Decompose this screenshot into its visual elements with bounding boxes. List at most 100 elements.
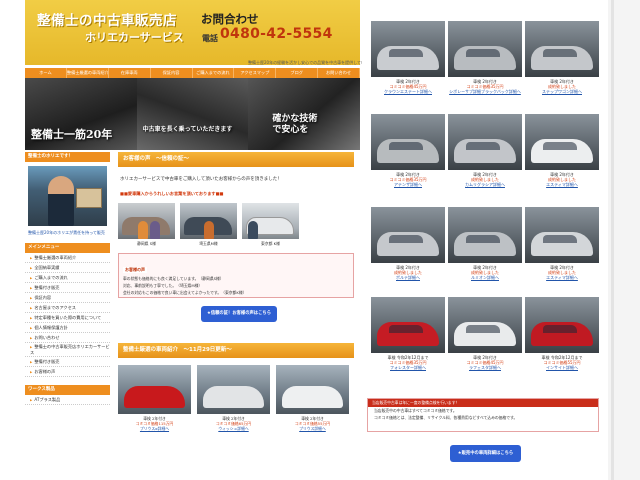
car-detail-link[interactable]: エスティマ詳細へ	[525, 182, 599, 187]
stock-car-photo[interactable]	[525, 114, 599, 170]
car-list-button[interactable]: ★販売中の車両詳細はこちら	[450, 445, 521, 462]
nav-featured-cars[interactable]: 整備士厳選の車両紹介	[67, 68, 109, 78]
shop-sign	[76, 188, 102, 208]
stock-car-card[interactable]: 車検 2年付き コミコミ価格35万円 アテンザ詳細へ	[371, 114, 445, 188]
hero-banner: 整備士一筋20年 中古車を長く乗っていただきます 確かな技術 で安心を	[25, 78, 361, 150]
stock-car-card[interactable]: 車検 2年付き 成約致しました カムリグラシア詳細へ	[448, 114, 522, 188]
car-detail-link[interactable]: インサイト詳細へ	[525, 365, 599, 370]
stock-car-card[interactable]: 車検 2年付き 成約致しました ポルテ詳細へ	[371, 207, 445, 281]
stock-car-meta: 車検 2年付き コミコミ価格45万円 ラフェスタ詳細へ	[448, 355, 522, 371]
customer-photo-row: 静岡県 S様 埼玉県M様 東京都 K様	[118, 203, 360, 247]
menu-item-voices[interactable]: お客様の声	[25, 367, 110, 377]
stock-car-card[interactable]: 車検 2年付き コミコミ価格35万円 シボレーサブ詳細ブラックバック詳細へ	[448, 21, 522, 95]
car-stock-panel: 車検 2年付き コミコミ価格45万円 クラウンエステート詳細へ 車検 2年付き …	[362, 0, 608, 480]
menu-item-access[interactable]: 名古屋までのアクセス	[25, 303, 110, 313]
car-detail-link[interactable]: フォレスター詳細へ	[371, 365, 445, 370]
menu-item-privacy[interactable]: 個人情報保護方針	[25, 323, 110, 333]
stock-car-card[interactable]: 車検 2年付き 成約致しました ルミオン詳細へ	[448, 207, 522, 281]
car-photo[interactable]	[118, 365, 191, 414]
stock-car-card[interactable]: 車検 令和2年12月まで コミコミ価格35万円 フォレスター詳細へ	[371, 297, 445, 371]
car-card[interactable]: 車検 2年付き コミコミ価格55万円 プリウス詳細へ	[276, 365, 349, 431]
main-content: お客様の声 ～信頼の証～ ホリエカーサービスで中古車をご購入して頂いたお客様から…	[118, 152, 360, 431]
hero-text-3: 確かな技術 で安心を	[272, 114, 317, 136]
car-photo[interactable]	[276, 365, 349, 414]
contact-title: お問合わせ	[201, 12, 259, 26]
stock-car-card[interactable]: 車検 2年付き 成約致しました エスティマ詳細へ	[525, 207, 599, 281]
nav-contact[interactable]: お問い合わせ	[318, 68, 360, 78]
customer-figure	[138, 221, 148, 239]
stock-car-photo[interactable]	[448, 207, 522, 263]
car-card[interactable]: 車検 2年付き コミコミ価格65万円 ウィッシュ詳細へ	[197, 365, 270, 431]
menu-item-featured[interactable]: 整備士厳選の車両紹介	[25, 253, 110, 263]
stock-car-card[interactable]: 車検 令和2年12月まで コミコミ価格55万円 インサイト詳細へ	[525, 297, 599, 371]
profile-caption[interactable]: 整備士歴20年のホリエが責任を持って販売	[25, 230, 110, 235]
customer-photo-card: 埼玉県M様	[180, 203, 237, 247]
car-detail-link[interactable]: クラウンエステート詳細へ	[371, 89, 445, 94]
photo-caption: 埼玉県M様	[199, 241, 218, 246]
car-photo[interactable]	[197, 365, 270, 414]
stock-car-card[interactable]: 車検 2年付き コミコミ価格45万円 クラウンエステート詳細へ	[371, 21, 445, 95]
car-card[interactable]: 車検 2年付き コミコミ価格115万円 プリウスα詳細へ	[118, 365, 191, 431]
nav-stock[interactable]: 在庫車両	[109, 68, 151, 78]
car-detail-link[interactable]: ラフェスタ詳細へ	[448, 365, 522, 370]
stock-car-photo[interactable]	[448, 114, 522, 170]
menu-item-delivery[interactable]: 全国納車実績	[25, 263, 110, 273]
mechanic-photo	[28, 166, 107, 226]
stock-car-card[interactable]: 車検 2年付き 成約致しました ステップワゴン詳細へ	[525, 21, 599, 95]
customer-voices-button[interactable]: ★信頼の証！お客様の声はこちら	[201, 306, 277, 322]
menu-item-flow[interactable]: ご購入までの流れ	[25, 273, 110, 283]
nav-blog[interactable]: ブログ	[276, 68, 319, 78]
phone-number[interactable]: 0480-42-5554	[220, 26, 333, 42]
car-detail-link[interactable]: プリウスα詳細へ	[118, 426, 191, 431]
stock-car-photo[interactable]	[371, 114, 445, 170]
menu-item-contact[interactable]: お問い合わせ	[25, 333, 110, 343]
stock-car-photo[interactable]	[525, 207, 599, 263]
stock-car-photo[interactable]	[448, 21, 522, 77]
stock-car-photo[interactable]	[525, 21, 599, 77]
car-detail-link[interactable]: カムリグラシア詳細へ	[448, 182, 522, 187]
stock-car-photo[interactable]	[448, 297, 522, 353]
car-detail-link[interactable]: シボレーサブ詳細ブラックバック詳細へ	[448, 89, 522, 94]
stock-car-photo[interactable]	[371, 21, 445, 77]
menu-item-shop[interactable]: 整備士の中古車販売店ホリエカーサービス	[25, 343, 110, 357]
customer-photo-card: 東京都 K様	[242, 203, 299, 247]
car-detail-link[interactable]: ポルテ詳細へ	[371, 275, 445, 280]
shop-name[interactable]: 整備士の中古車販売店	[37, 9, 177, 29]
menu-item-warranty[interactable]: 保証内容	[25, 293, 110, 303]
stock-car-photo[interactable]	[525, 297, 599, 353]
menu-item-costs[interactable]: 特定車種を買いた際の費用について	[25, 313, 110, 323]
car-shape	[454, 232, 516, 256]
nav-purchase-flow[interactable]: ご購入までの流れ	[193, 68, 235, 78]
left-sidebar: 整備士のホリエです！ 整備士歴20年のホリエが責任を持って販売 メインメニュー …	[25, 152, 110, 480]
car-shape	[454, 46, 516, 70]
main-nav: ホーム 整備士厳選の車両紹介 在庫車両 保証内容 ご購入までの流れ アクセスマッ…	[25, 68, 360, 78]
customer-photo-card: 静岡県 S様	[118, 203, 175, 247]
stock-car-meta: 車検 2年付き コミコミ価格35万円 シボレーサブ詳細ブラックバック詳細へ	[448, 79, 522, 95]
menu-item-maintenance-2[interactable]: 整備付き販売	[25, 357, 110, 367]
car-detail-link[interactable]: ステップワゴン詳細へ	[525, 89, 599, 94]
stock-car-meta: 車検 2年付き 成約致しました ポルテ詳細へ	[371, 265, 445, 281]
stock-car-card[interactable]: 車検 2年付き 成約致しました エスティマ詳細へ	[525, 114, 599, 188]
car-shape	[377, 46, 439, 70]
stock-car-card[interactable]: 車検 2年付き コミコミ価格45万円 ラフェスタ詳細へ	[448, 297, 522, 371]
menu-item-maintenance[interactable]: 整備付き販売	[25, 283, 110, 293]
stock-car-meta: 車検 令和2年12月まで コミコミ価格55万円 インサイト詳細へ	[525, 355, 599, 371]
nav-home[interactable]: ホーム	[25, 68, 67, 78]
customer-figure	[248, 221, 258, 239]
stock-car-photo[interactable]	[371, 207, 445, 263]
tel-label: 電話	[202, 34, 218, 43]
stock-car-photo[interactable]	[371, 297, 445, 353]
car-detail-link[interactable]: エスティマ詳細へ	[525, 275, 599, 280]
customer-photo	[118, 203, 175, 239]
car-shape	[124, 386, 185, 408]
nav-access-map[interactable]: アクセスマップ	[234, 68, 277, 78]
car-shape	[531, 322, 593, 346]
car-detail-link[interactable]: ウィッシュ詳細へ	[197, 426, 270, 431]
car-detail-link[interactable]: プリウス詳細へ	[276, 426, 349, 431]
car-detail-link[interactable]: ルミオン詳細へ	[448, 275, 522, 280]
works-heading: ワークス製品	[25, 385, 110, 395]
nav-warranty[interactable]: 保証内容	[151, 68, 193, 78]
car-detail-link[interactable]: アテンザ詳細へ	[371, 182, 445, 187]
menu-item-works[interactable]: ATプラス製品	[25, 395, 110, 405]
scrollbar-track[interactable]	[611, 0, 614, 480]
